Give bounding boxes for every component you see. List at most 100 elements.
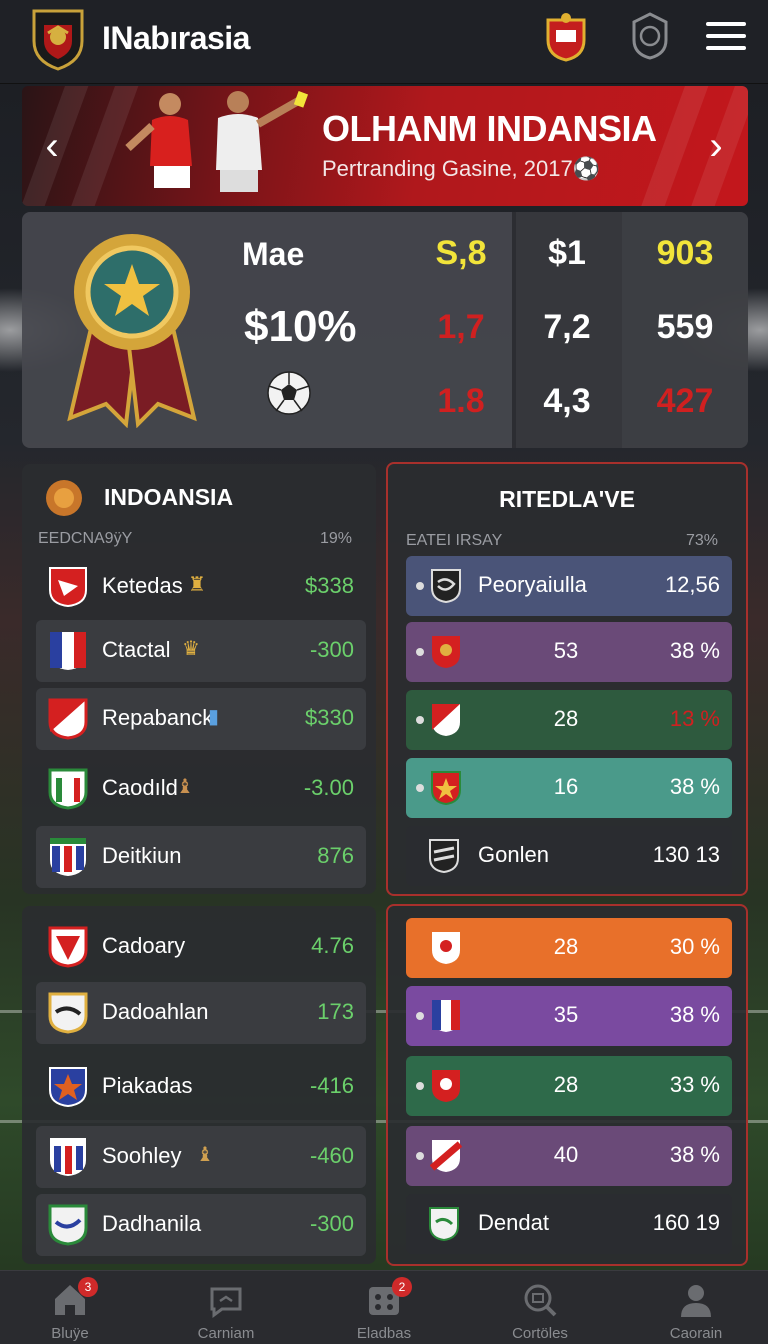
- banner-next-button[interactable]: ›: [696, 116, 736, 176]
- table-row[interactable]: Soohley ♝ -460: [36, 1126, 366, 1188]
- club-badge-icon: [48, 768, 88, 810]
- bottom-tab-bar: 3 Bluÿe Carniam 2 Eladbas Cortöles Caora…: [0, 1270, 768, 1344]
- row-value: 173: [317, 999, 354, 1024]
- stats-big-value: $10%: [244, 302, 357, 351]
- ball-shield-icon[interactable]: [626, 10, 674, 62]
- table-row[interactable]: 53 38 %: [406, 622, 732, 682]
- indoansia-panel: INDOANSIA EEDCNA9ÿY 19% Ketedas ♜ $338 C…: [22, 464, 376, 894]
- tab-grid[interactable]: 2 Eladbas: [334, 1277, 434, 1343]
- search-icon: [524, 1284, 557, 1317]
- stat-c3-r2: 559: [656, 308, 714, 346]
- row-value: 38 %: [669, 1002, 720, 1027]
- stat-c2-r1: $1: [548, 234, 586, 272]
- row-name: Deitkiun: [102, 843, 182, 868]
- row-value: 30 %: [669, 934, 720, 959]
- row-value: $338: [305, 573, 354, 598]
- team-ball-icon: [46, 480, 82, 516]
- table-row[interactable]: 28 13 %: [406, 690, 732, 750]
- table-row[interactable]: Ketedas ♜ $338: [36, 556, 366, 618]
- notification-badge: 2: [392, 1277, 412, 1297]
- tab-chat[interactable]: Carniam: [176, 1277, 276, 1343]
- banner-subtitle: Pertranding Gasine, 2017⚽: [322, 156, 601, 181]
- stat-c2-r2: 7,2: [543, 308, 591, 346]
- row-value: -3.00: [303, 775, 354, 800]
- emblem-icon: ♝: [196, 1144, 214, 1166]
- table-row[interactable]: Cadoary 4.76: [36, 916, 366, 978]
- players-image: [125, 91, 309, 192]
- notification-badge: 3: [78, 1277, 98, 1297]
- row-value: 12,56: [664, 572, 720, 597]
- club-badge-icon: [429, 1207, 459, 1242]
- stat-c3-r1: 903: [656, 234, 714, 272]
- soccer-ball-icon: [267, 371, 311, 415]
- club-badge-icon: [48, 698, 88, 740]
- row-value: 38 %: [669, 774, 720, 799]
- row-value: 160 19: [652, 1210, 720, 1235]
- tab-label: Carniam: [197, 1325, 255, 1342]
- row-value: -300: [309, 1211, 354, 1236]
- table-row[interactable]: Peoryaiulla 12,56: [406, 556, 732, 616]
- row-name: Dadhanila: [102, 1211, 202, 1236]
- club-badge-icon: [432, 704, 460, 736]
- table-row[interactable]: Piakadas -416: [36, 1056, 366, 1118]
- club-badge-icon: [48, 992, 88, 1034]
- club-badge-icon: [430, 1140, 462, 1172]
- row-mid-value: 16: [553, 774, 579, 799]
- table-row[interactable]: 40 38 %: [406, 1126, 732, 1186]
- banner-prev-button[interactable]: ‹: [32, 116, 72, 176]
- medal-icon: [67, 234, 197, 428]
- row-name: Peoryaiulla: [478, 572, 587, 597]
- row-value: 38 %: [669, 638, 720, 663]
- row-value: 13 %: [669, 706, 720, 731]
- row-name: Ketedas: [102, 573, 183, 598]
- table-row[interactable]: Dadhanila -300: [36, 1194, 366, 1256]
- row-name: Dadoahlan: [102, 999, 209, 1024]
- club-badge-icon: [431, 569, 461, 604]
- row-name: Gonlen: [478, 842, 549, 867]
- profile-icon: [681, 1285, 711, 1317]
- stat-c2-r3: 4,3: [543, 382, 591, 420]
- logo-shield-icon[interactable]: [30, 7, 86, 71]
- row-name: Repabanck: [102, 705, 214, 730]
- row-name: Piakadas: [102, 1073, 193, 1098]
- club-badge-icon: [431, 771, 461, 806]
- table-row[interactable]: Dendat 160 19: [406, 1194, 732, 1254]
- table-row[interactable]: Dadoahlan 173: [36, 982, 366, 1044]
- tab-home[interactable]: 3 Bluÿe: [20, 1277, 120, 1343]
- row-value: 130 13: [652, 842, 720, 867]
- row-mid-value: 28: [553, 934, 579, 959]
- club-badge-icon: [48, 1204, 88, 1246]
- panel-subtitle: EEDCNA9ÿY: [38, 530, 133, 547]
- table-row[interactable]: Caodıld ♝ -3.00: [36, 758, 366, 820]
- table-row[interactable]: 16 38 %: [406, 758, 732, 818]
- tab-label: Eladbas: [356, 1325, 412, 1342]
- menu-icon[interactable]: [706, 22, 746, 54]
- table-row[interactable]: 28 30 %: [406, 918, 732, 978]
- table-row[interactable]: Gonlen 130 13: [406, 826, 732, 886]
- table-row[interactable]: Repabanck ▮ $330: [36, 688, 366, 750]
- row-name: Caodıld: [102, 775, 178, 800]
- promo-banner[interactable]: ‹ › OLHANM INDANSIA Pertranding Gasine, …: [22, 86, 748, 206]
- row-value: -460: [309, 1143, 354, 1168]
- row-name: Soohley: [102, 1143, 182, 1168]
- club-badge-icon: [50, 1138, 86, 1176]
- tab-search[interactable]: Cortöles: [490, 1277, 590, 1343]
- ritedlave-panel: RITEDLA'VE EATEI IRSAY 73% Peoryaiulla 1…: [386, 462, 748, 896]
- club-badge-icon: [432, 932, 460, 964]
- row-mid-value: 35: [553, 1002, 579, 1027]
- table-row[interactable]: Deitkiun 876: [36, 826, 366, 888]
- club-badge-icon: [429, 839, 459, 874]
- stats-card: Mae $10% S,8 1,7 1.8 $1 7,2 4,3 903 559 …: [22, 212, 748, 448]
- banner-title: OLHANM INDANSIA: [322, 108, 657, 149]
- row-value: 38 %: [669, 1142, 720, 1167]
- row-value: 33 %: [669, 1072, 720, 1097]
- table-row[interactable]: 35 38 %: [406, 986, 732, 1046]
- tab-profile[interactable]: Caorain: [646, 1277, 746, 1343]
- tab-label: Caorain: [669, 1325, 723, 1342]
- table-row[interactable]: Ctactal ♛ -300: [36, 620, 366, 682]
- crest-icon[interactable]: [542, 10, 590, 62]
- panel-subtitle-value: 19%: [319, 530, 352, 547]
- bottle-icon: ▮: [208, 706, 220, 728]
- table-row[interactable]: 28 33 %: [406, 1056, 732, 1116]
- stat-c1-r2: 1,7: [437, 308, 485, 346]
